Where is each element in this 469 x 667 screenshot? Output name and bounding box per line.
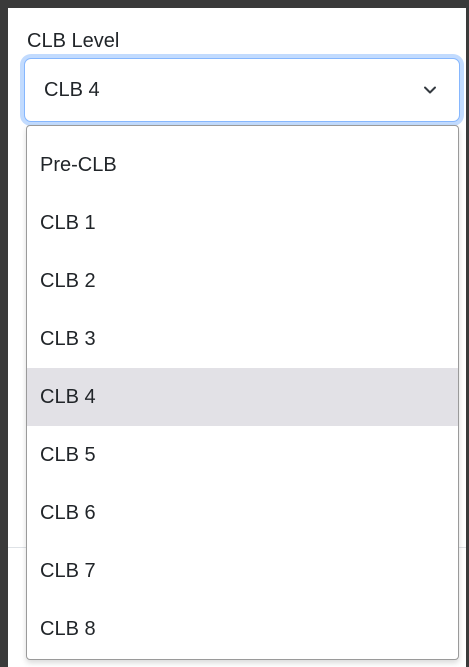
option-clb-7[interactable]: CLB 7 bbox=[27, 542, 458, 600]
option-clb-1[interactable]: CLB 1 bbox=[27, 194, 458, 252]
clb-level-dropdown-list: Pre-CLB CLB 1 CLB 2 CLB 3 CLB 4 CLB 5 CL… bbox=[26, 125, 459, 660]
option-pre-clb[interactable]: Pre-CLB bbox=[27, 136, 458, 194]
option-clb-3[interactable]: CLB 3 bbox=[27, 310, 458, 368]
option-clb-5[interactable]: CLB 5 bbox=[27, 426, 458, 484]
clb-level-selected-value: CLB 4 bbox=[44, 78, 100, 101]
clb-level-select[interactable]: CLB 4 bbox=[24, 58, 460, 122]
option-clb-8[interactable]: CLB 8 bbox=[27, 600, 458, 658]
option-clb-6[interactable]: CLB 6 bbox=[27, 484, 458, 542]
chevron-down-icon bbox=[423, 83, 437, 97]
option-clb-2[interactable]: CLB 2 bbox=[27, 252, 458, 310]
clb-level-label: CLB Level bbox=[27, 30, 120, 52]
option-clb-4[interactable]: CLB 4 bbox=[27, 368, 458, 426]
